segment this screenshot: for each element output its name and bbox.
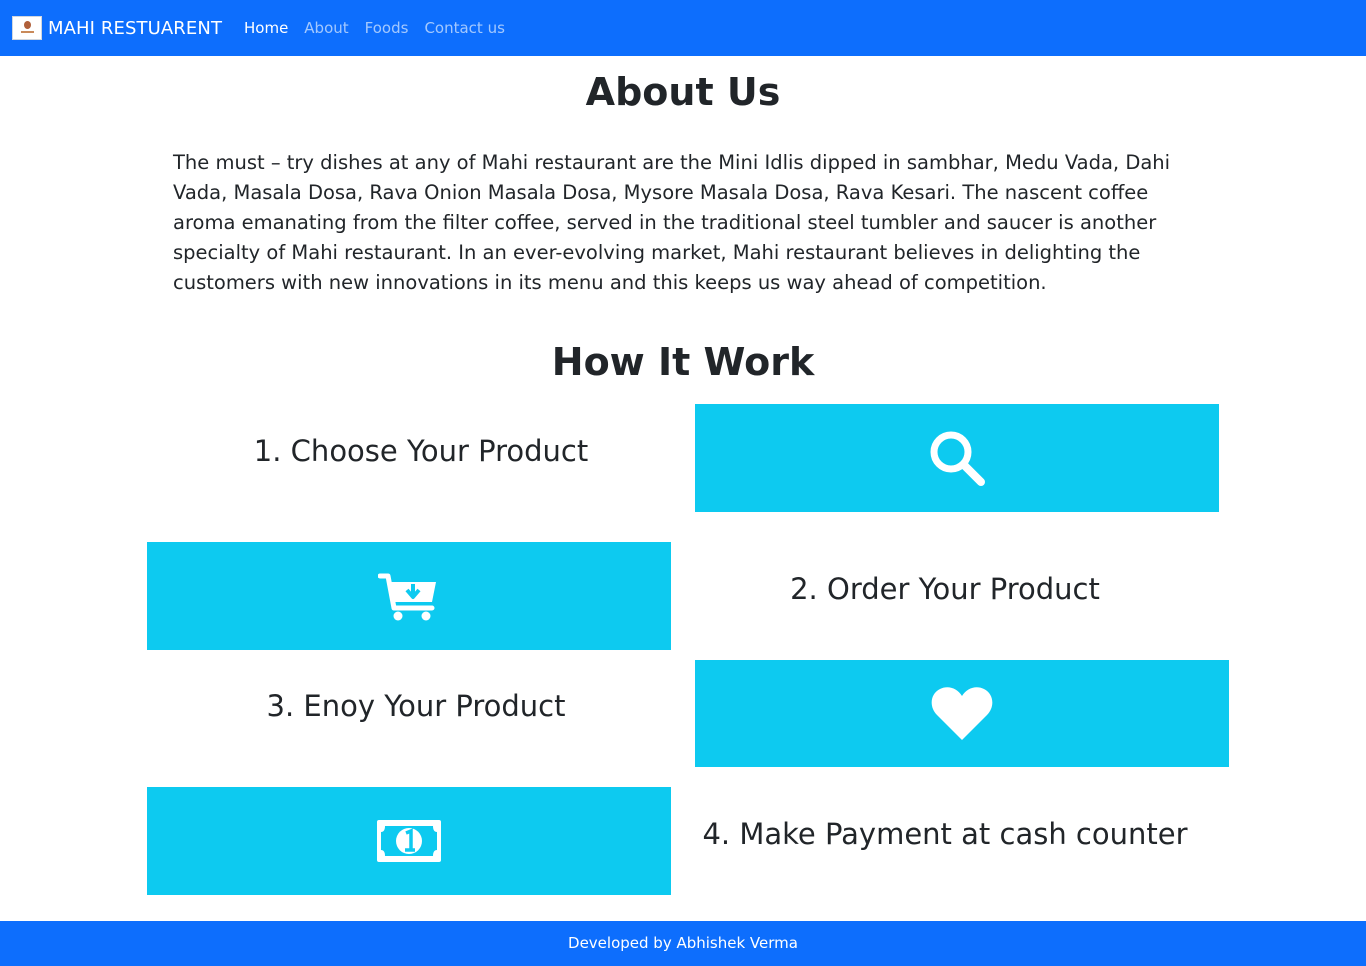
- footer: Developed by Abhishek Verma: [0, 921, 1366, 966]
- cart-download-icon: [378, 573, 436, 621]
- nav-link-foods[interactable]: Foods: [365, 18, 409, 38]
- step-3-tile: [695, 660, 1229, 767]
- step-3-label: 3. Enoy Your Product: [266, 689, 566, 723]
- nav-link-home[interactable]: Home: [244, 18, 288, 38]
- step-2-tile: [147, 542, 671, 650]
- step-1-label: 1. Choose Your Product: [253, 434, 589, 468]
- footer-text: Developed by Abhishek Verma: [568, 934, 798, 952]
- nav-link-contact[interactable]: Contact us: [424, 18, 504, 38]
- nav-links: Home About Foods Contact us: [244, 18, 521, 38]
- heart-icon: [931, 686, 993, 740]
- step-4-label: 4. Make Payment at cash counter: [702, 817, 1188, 851]
- about-text: The must – try dishes at any of Mahi res…: [173, 151, 1171, 294]
- restaurant-logo-icon: [12, 16, 42, 40]
- money-bill-icon: [377, 820, 441, 862]
- nav-link-about[interactable]: About: [304, 18, 348, 38]
- step-4-tile: [147, 787, 671, 895]
- step-2-label: 2. Order Your Product: [790, 572, 1100, 606]
- navbar: MAHI RESTUARENT Home About Foods Contact…: [0, 0, 1366, 56]
- brand-name: MAHI RESTUARENT: [48, 17, 223, 39]
- about-title: About Us: [585, 70, 781, 114]
- brand-link[interactable]: MAHI RESTUARENT: [12, 14, 222, 42]
- step-1-tile: [695, 404, 1219, 512]
- search-icon: [930, 431, 985, 486]
- how-it-works-title: How It Work: [551, 340, 815, 384]
